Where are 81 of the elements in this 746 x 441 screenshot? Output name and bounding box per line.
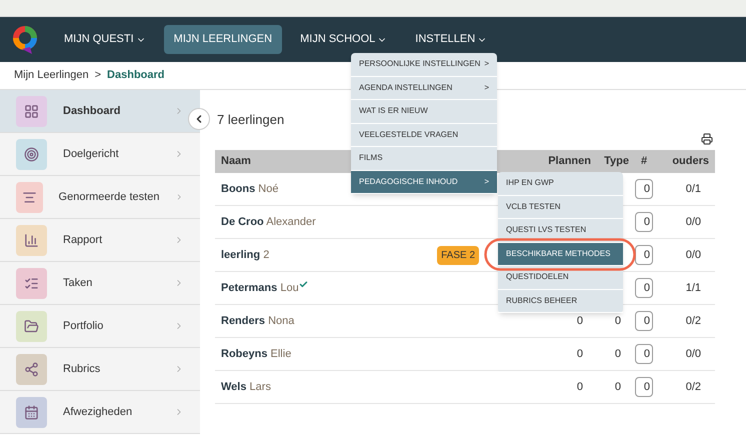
dropdown-menu-item[interactable]: WAT IS ER NIEUW [351,100,497,124]
sidebar-item[interactable]: Taken [0,262,200,305]
breadcrumb-current: Dashboard [107,68,165,84]
sidebar-item[interactable]: Rapport [0,219,200,262]
dropdown-menu-item[interactable]: PERSOONLIJKE INSTELLINGEN > [351,53,497,76]
count-field[interactable]: 0 [635,278,653,298]
phase-badge: FASE 2 [437,246,479,264]
sidebar-label: Rubrics [63,362,102,377]
student-name[interactable]: Robeyns Ellie [221,346,292,362]
column-header: ouders [671,154,709,170]
nav-menu-item[interactable]: MIJN SCHOOL [290,25,398,54]
table-cell-text: 0/2 [684,314,702,329]
student-name[interactable]: Boons Noé [221,180,278,198]
table-cell-text: 0/0 [684,248,702,263]
dropdown-menu-item[interactable]: AGENDA INSTELLINGEN > [351,76,497,100]
lines-icon [22,190,37,204]
count-field[interactable]: 0 [635,377,653,397]
table-cell-text: 0/2 [684,380,702,395]
table-cell-text: 0 [576,346,584,362]
sidebar-label: Rapport [63,232,104,248]
count-field[interactable]: 0 [635,179,653,199]
submenu-arrow: > [484,82,489,94]
column-header: # [640,154,648,170]
collapse-sidebar-button[interactable] [188,108,210,130]
count-field[interactable]: 0 [635,311,653,331]
sidebar-item[interactable]: Genormeerde testen [0,176,200,219]
nav-menu-item[interactable]: MIJN LEERLINGEN [164,25,282,54]
student-name[interactable]: De Croo Alexander [221,214,316,230]
submenu-item[interactable]: BESCHIKBARE METHODES [498,242,623,266]
breadcrumb-link[interactable]: Mijn Leerlingen [14,67,89,84]
share-icon [24,362,39,376]
student-name[interactable]: Petermans Lou [221,280,299,296]
sidebar-label: Genormeerde testen [58,190,160,205]
count-field[interactable]: 0 [635,212,653,232]
column-header: Plannen [547,154,591,170]
dropdown-menu-item[interactable]: PEDAGOGISCHE INHOUD > [351,170,497,194]
target-icon [24,146,39,162]
column-header: Naam [221,154,251,170]
grid-icon [24,104,39,118]
sidebar-item[interactable]: Afwezigheden [0,391,200,434]
sidebar-label: Afwezigheden [63,404,134,420]
column-header: Type [603,154,629,170]
nav-menu-item[interactable]: MIJN QUESTI [54,25,156,54]
count-field[interactable]: 0 [635,344,653,364]
table-cell-text: 0/0 [684,214,702,230]
table-cell-text: 0 [614,380,622,395]
sidebar-label: Portfolio [63,318,104,334]
submenu-item[interactable]: QUESTIDOELEN [498,266,623,290]
sidebar-label: Taken [63,276,94,291]
submenu-item[interactable]: RUBRICS BEHEER [498,290,623,313]
count-field[interactable]: 0 [635,245,653,265]
submenu-item[interactable]: VCLB TESTEN [498,196,623,219]
table-cell-text: 0 [576,314,584,329]
student-name[interactable]: leerling 2 [221,246,270,264]
table-cell-text: 0 [614,314,622,329]
sidebar-item[interactable]: Portfolio [0,305,200,348]
sidebar-item[interactable]: Rubrics [0,348,200,391]
sidebar-label: Dashboard [63,104,122,119]
submenu-arrow: > [484,58,489,70]
folder-icon [24,318,39,334]
sidebar-label: Doelgericht [63,146,120,162]
table-cell-text: 0 [576,380,584,395]
page-title: 7 leerlingen [217,111,284,130]
checklist-icon [24,276,39,290]
table-cell-text: 0 [614,346,622,362]
table-cell-text: 0/1 [684,182,702,197]
student-name[interactable]: Renders Nona [221,312,294,330]
nav-menu-item[interactable]: INSTELLEN [405,25,498,54]
table-cell-text: 1/1 [684,280,702,296]
logo-icon [12,24,38,54]
submenu-arrow: > [484,176,489,188]
student-name[interactable]: Wels Lars [221,378,271,396]
table-cell-text: 0/0 [684,346,702,362]
bar-chart-icon [24,232,39,248]
breadcrumb-separator: > [94,68,102,84]
calendar-icon [24,404,39,420]
sidebar-item[interactable]: Doelgericht [0,133,200,176]
submenu-item[interactable]: IHP EN GWP [498,172,623,196]
print-icon[interactable] [701,133,713,145]
sidebar-item[interactable]: Dashboard [0,90,200,133]
dropdown-menu-item[interactable]: VEELGESTELDE VRAGEN [351,124,497,147]
